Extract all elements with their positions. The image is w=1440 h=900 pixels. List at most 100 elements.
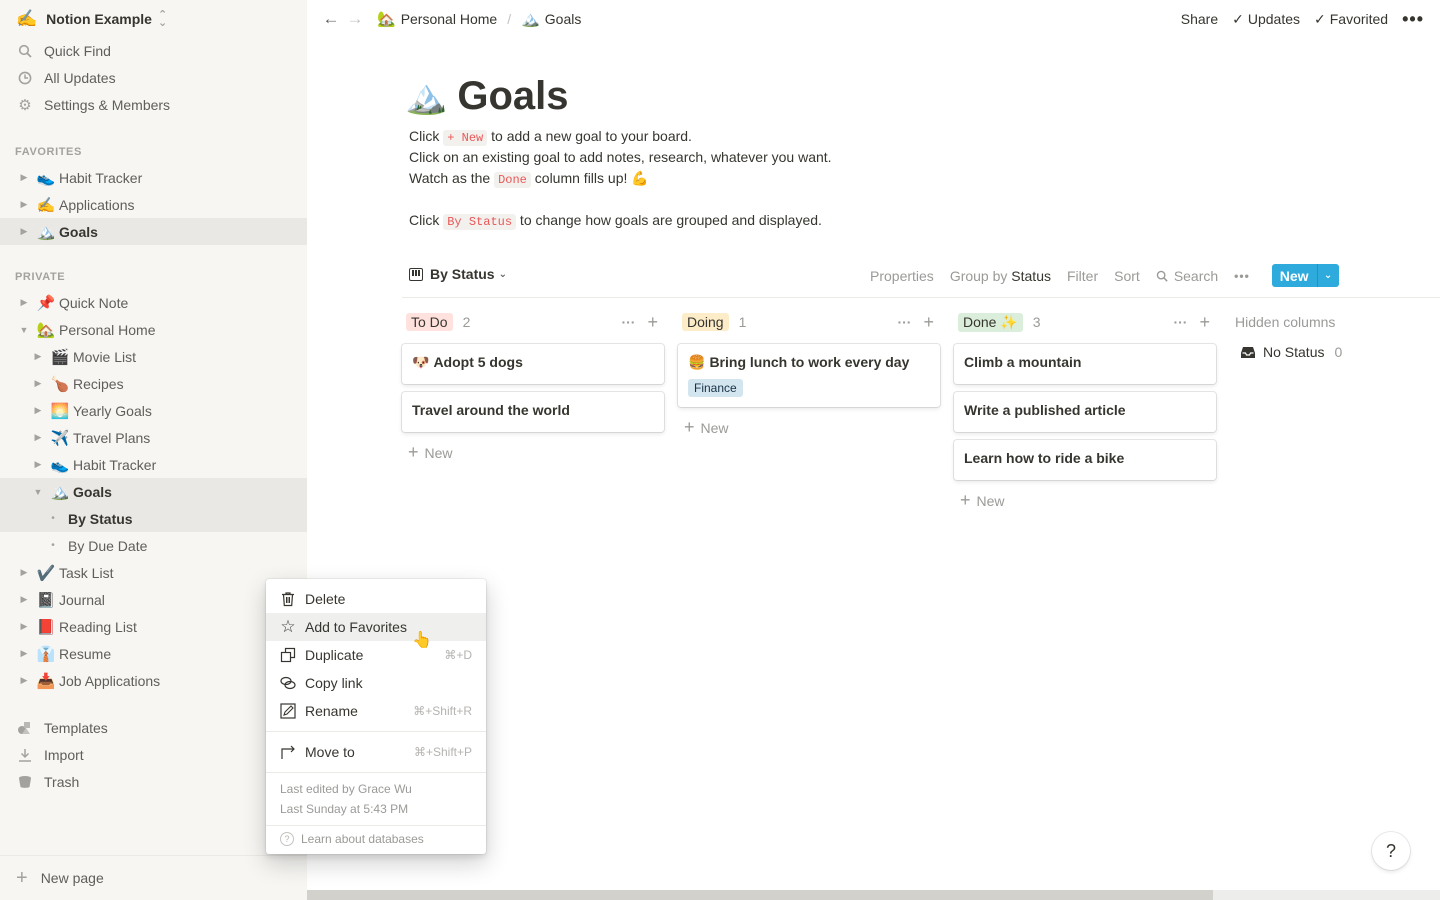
sidebar-item-yearly-goals[interactable]: ▶ 🌅 Yearly Goals bbox=[0, 397, 307, 424]
sidebar-item-travel-plans[interactable]: ▶ ✈️ Travel Plans bbox=[0, 424, 307, 451]
expand-triangle-icon[interactable]: ▶ bbox=[19, 567, 29, 578]
column-more-icon[interactable]: ··· bbox=[897, 314, 911, 330]
sidebar-item-by-status[interactable]: • By Status bbox=[0, 505, 307, 532]
expand-triangle-icon[interactable]: ▶ bbox=[33, 459, 43, 470]
expand-triangle-icon[interactable]: ▶ bbox=[19, 297, 29, 308]
expand-triangle-icon[interactable]: ▶ bbox=[19, 648, 29, 659]
page-emoji-icon[interactable]: 🏔️ bbox=[405, 77, 447, 117]
favorite-item-goals[interactable]: ▶ 🏔️ Goals bbox=[0, 218, 307, 245]
search-button[interactable]: Search bbox=[1156, 268, 1218, 284]
help-button[interactable]: ? bbox=[1372, 832, 1410, 870]
filter-button[interactable]: Filter bbox=[1067, 268, 1098, 284]
collapse-triangle-icon[interactable]: ▼ bbox=[19, 325, 29, 335]
column-more-icon[interactable]: ··· bbox=[621, 314, 635, 330]
new-page-button[interactable]: + New page bbox=[0, 855, 307, 900]
column-more-icon[interactable]: ··· bbox=[1173, 314, 1187, 330]
collapse-triangle-icon[interactable]: ▼ bbox=[33, 487, 43, 497]
expand-triangle-icon[interactable]: ▶ bbox=[33, 351, 43, 362]
menu-item-delete[interactable]: Delete bbox=[266, 585, 486, 613]
board-card[interactable]: 🍔 Bring lunch to work every day Finance bbox=[678, 344, 940, 407]
board-card[interactable]: Write a published article bbox=[954, 392, 1216, 432]
context-menu: Delete ☆ Add to Favorites Duplicate ⌘+D … bbox=[266, 579, 486, 854]
breadcrumb-personal-home[interactable]: 🏡 Personal Home bbox=[377, 10, 497, 28]
expand-triangle-icon[interactable]: ▶ bbox=[33, 432, 43, 443]
sidebar-item-resume[interactable]: ▶ 👔 Resume bbox=[0, 640, 307, 667]
sidebar-trash[interactable]: Trash bbox=[0, 768, 307, 795]
board-card[interactable]: 🐶 Adopt 5 dogs bbox=[402, 344, 664, 384]
trash-icon bbox=[278, 591, 298, 607]
sidebar-item-job-applications[interactable]: ▶ 📥 Job Applications bbox=[0, 667, 307, 694]
more-options-icon[interactable]: ••• bbox=[1402, 9, 1424, 30]
favorite-item-applications[interactable]: ▶ ✍️ Applications bbox=[0, 191, 307, 218]
sidebar-item-personal-home[interactable]: ▼ 🏡 Personal Home bbox=[0, 316, 307, 343]
column-add-icon[interactable]: + bbox=[647, 312, 658, 333]
page-emoji-icon: 🏡 bbox=[377, 11, 396, 28]
view-selector[interactable]: By Status ⌄ bbox=[409, 266, 507, 282]
page-title[interactable]: 🏔️ Goals bbox=[405, 74, 569, 119]
sidebar-item-recipes[interactable]: ▶ 🍗 Recipes bbox=[0, 370, 307, 397]
expand-triangle-icon[interactable]: ▶ bbox=[19, 621, 29, 632]
status-tag[interactable]: To Do bbox=[406, 313, 453, 331]
expand-triangle-icon[interactable]: ▶ bbox=[33, 405, 43, 416]
expand-triangle-icon[interactable]: ▶ bbox=[19, 594, 29, 605]
sidebar-quick-find[interactable]: Quick Find bbox=[0, 37, 307, 64]
page-emoji-icon: 📌 bbox=[36, 294, 56, 312]
database-toolbar: By Status ⌄ Properties Group by Status F… bbox=[402, 258, 1440, 298]
column-add-icon[interactable]: + bbox=[923, 312, 934, 333]
board-view-icon bbox=[409, 267, 423, 281]
scrollbar-thumb[interactable] bbox=[307, 890, 1214, 900]
sidebar-item-habit-tracker[interactable]: ▶ 👟 Habit Tracker bbox=[0, 451, 307, 478]
column-count: 3 bbox=[1032, 314, 1041, 330]
menu-item-copy-link[interactable]: Copy link bbox=[266, 669, 486, 697]
sidebar-item-quick-note[interactable]: ▶ 📌 Quick Note bbox=[0, 289, 307, 316]
expand-triangle-icon[interactable]: ▶ bbox=[19, 199, 29, 210]
add-card-button[interactable]: + New bbox=[954, 490, 1216, 511]
expand-triangle-icon[interactable]: ▶ bbox=[19, 172, 29, 183]
expand-triangle-icon[interactable]: ▶ bbox=[33, 378, 43, 389]
workspace-switcher[interactable]: ✍️ Notion Example ⌃ ⌄ bbox=[16, 8, 167, 30]
sidebar-item-goals[interactable]: ▼ 🏔️ Goals bbox=[0, 478, 307, 505]
column-add-icon[interactable]: + bbox=[1199, 312, 1210, 333]
sidebar-item-reading-list[interactable]: ▶ 📕 Reading List bbox=[0, 613, 307, 640]
board-card[interactable]: Climb a mountain bbox=[954, 344, 1216, 384]
sidebar-import[interactable]: Import bbox=[0, 741, 307, 768]
new-record-button[interactable]: New ⌄ bbox=[1271, 264, 1339, 287]
add-card-button[interactable]: + New bbox=[402, 442, 664, 463]
sidebar-all-updates[interactable]: All Updates bbox=[0, 64, 307, 91]
sidebar-settings-members[interactable]: ⚙ Settings & Members bbox=[0, 91, 307, 118]
menu-divider bbox=[266, 825, 486, 826]
horizontal-scrollbar[interactable] bbox=[307, 890, 1440, 900]
forward-arrow-icon[interactable]: → bbox=[343, 9, 367, 29]
status-tag[interactable]: Done ✨ bbox=[958, 312, 1023, 332]
description-line: Click + New to add a new goal to your bo… bbox=[409, 128, 692, 146]
status-tag[interactable]: Doing bbox=[682, 313, 729, 331]
board-card[interactable]: Learn how to ride a bike bbox=[954, 440, 1216, 480]
more-options-icon[interactable]: ••• bbox=[1234, 269, 1250, 283]
properties-button[interactable]: Properties bbox=[870, 268, 934, 284]
expand-triangle-icon[interactable]: ▶ bbox=[19, 675, 29, 686]
updates-button[interactable]: ✓ Updates bbox=[1232, 11, 1300, 28]
back-arrow-icon[interactable]: ← bbox=[319, 9, 343, 29]
sidebar-item-journal[interactable]: ▶ 📓 Journal bbox=[0, 586, 307, 613]
learn-about-databases-link[interactable]: ? Learn about databases bbox=[280, 832, 424, 846]
hidden-column-no-status[interactable]: No Status 0 bbox=[1241, 344, 1342, 360]
breadcrumb-goals[interactable]: 🏔️ Goals bbox=[521, 10, 581, 28]
add-card-button[interactable]: + New bbox=[678, 417, 940, 438]
favorited-button[interactable]: ✓ Favorited bbox=[1314, 11, 1388, 28]
workspace-name: Notion Example bbox=[46, 11, 152, 27]
menu-item-add-to-favorites[interactable]: ☆ Add to Favorites bbox=[266, 613, 486, 641]
group-by-button[interactable]: Group by Status bbox=[950, 268, 1051, 284]
sidebar-item-movie-list[interactable]: ▶ 🎬 Movie List bbox=[0, 343, 307, 370]
menu-item-move-to[interactable]: Move to ⌘+Shift+P bbox=[266, 738, 486, 766]
menu-item-rename[interactable]: Rename ⌘+Shift+R bbox=[266, 697, 486, 725]
board-card[interactable]: Travel around the world bbox=[402, 392, 664, 432]
sidebar-item-by-due-date[interactable]: • By Due Date bbox=[0, 532, 307, 559]
sidebar-templates[interactable]: Templates bbox=[0, 714, 307, 741]
sidebar-item-task-list[interactable]: ▶ ✔️ Task List bbox=[0, 559, 307, 586]
favorite-item-habit-tracker[interactable]: ▶ 👟 Habit Tracker bbox=[0, 164, 307, 191]
share-button[interactable]: Share bbox=[1181, 11, 1218, 27]
new-dropdown-chevron-icon[interactable]: ⌄ bbox=[1316, 264, 1339, 287]
sort-button[interactable]: Sort bbox=[1114, 268, 1140, 284]
expand-triangle-icon[interactable]: ▶ bbox=[19, 226, 29, 237]
menu-item-duplicate[interactable]: Duplicate ⌘+D bbox=[266, 641, 486, 669]
